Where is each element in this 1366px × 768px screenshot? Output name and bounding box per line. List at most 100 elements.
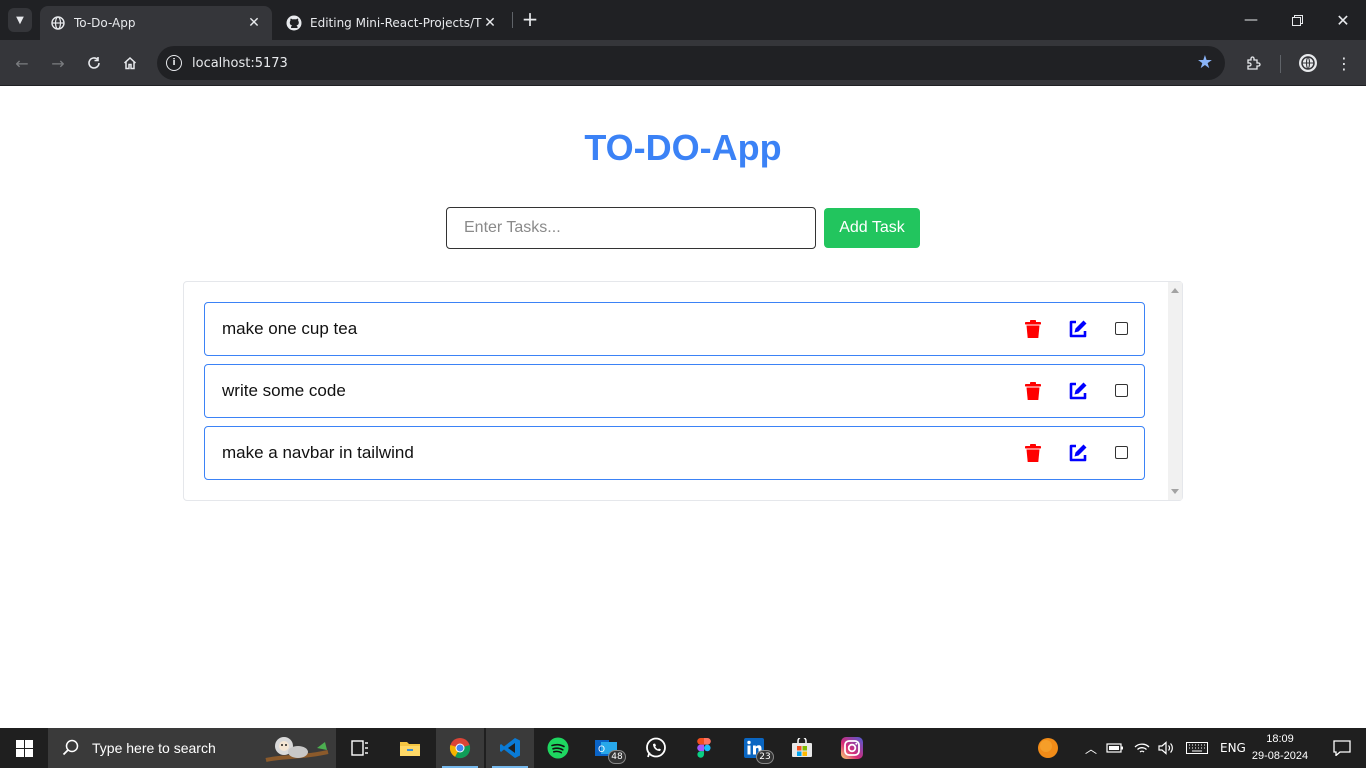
system-tray: ︿ ENG [1082,728,1246,768]
edit-icon[interactable] [1068,319,1088,339]
arrow-left-icon: ← [15,53,29,73]
task-list: make one cup tea write some code make a … [183,281,1183,501]
browser-tab-strip: ▼ To-Do-App ✕ Editing Mini-React-Project… [0,0,1366,40]
forward-button[interactable]: → [46,51,70,75]
page-content: TO-DO-App Add Task make one cup tea writ… [0,87,1366,728]
taskbar-microsoft-store[interactable] [778,728,826,768]
task-complete-checkbox[interactable] [1115,384,1128,397]
wifi-icon[interactable] [1134,742,1150,754]
edit-icon[interactable] [1068,381,1088,401]
windows-logo-icon [15,739,33,757]
task-text: make a navbar in tailwind [222,443,414,462]
taskbar-linkedin[interactable]: 23 [730,728,778,768]
trash-icon[interactable] [1024,319,1042,339]
keyboard-icon[interactable] [1186,742,1208,754]
task-item: make one cup tea [204,302,1145,356]
new-tab-button[interactable]: + [520,9,540,30]
puzzle-icon [1247,56,1261,70]
edit-icon[interactable] [1068,443,1088,463]
page-title: TO-DO-App [584,127,782,168]
arrow-right-icon: → [51,53,65,73]
home-icon [123,56,137,70]
site-info-icon[interactable]: i [166,55,182,71]
restore-button[interactable] [1274,0,1320,40]
notification-badge: 23 [756,750,774,764]
tab-todo-app[interactable]: To-Do-App ✕ [40,6,272,40]
minimize-button[interactable]: — [1228,0,1274,40]
task-text: make one cup tea [222,319,358,338]
tab-divider [512,12,513,28]
battery-icon[interactable] [1106,742,1124,754]
close-icon[interactable]: ✕ [246,15,262,31]
whatsapp-icon [646,737,666,758]
reload-icon [88,57,100,69]
sun-weather-icon [1038,738,1058,758]
search-highlight-illustration [265,737,329,762]
close-icon[interactable]: ✕ [482,15,498,31]
vscode-icon [500,738,520,758]
address-bar[interactable]: i localhost:5173 ★ [157,46,1225,80]
task-complete-checkbox[interactable] [1115,322,1128,335]
home-button[interactable] [118,51,142,75]
task-input[interactable] [446,207,816,249]
trash-icon[interactable] [1024,381,1042,401]
chevron-down-icon: ▼ [16,14,24,26]
taskbar-clock[interactable]: 18:09 29-08-2024 [1244,731,1316,765]
task-view-button[interactable] [336,728,384,768]
reload-button[interactable] [82,51,106,75]
taskbar-search[interactable]: Type here to search [48,728,336,768]
task-item: write some code [204,364,1145,418]
chevron-up-icon[interactable]: ︿ [1082,740,1100,757]
chrome-icon [449,738,471,759]
profile-button[interactable] [1296,51,1320,75]
taskbar-whatsapp[interactable] [632,728,680,768]
start-button[interactable] [0,728,48,768]
instagram-icon [841,737,863,759]
taskbar-spotify[interactable] [534,728,582,768]
search-placeholder: Type here to search [92,740,216,756]
url-text: localhost:5173 [192,55,288,71]
close-icon: ✕ [1336,10,1350,30]
taskbar-file-explorer[interactable] [386,728,434,768]
svg-text:O: O [598,745,605,755]
bookmark-star-icon[interactable]: ★ [1197,52,1213,73]
back-button[interactable]: ← [10,51,34,75]
task-text: write some code [222,381,346,400]
task-complete-checkbox[interactable] [1115,446,1128,459]
close-window-button[interactable]: ✕ [1320,0,1366,40]
tab-title: Editing Mini-React-Projects/TO [310,16,482,30]
taskbar-figma[interactable] [680,728,728,768]
store-icon [792,738,812,757]
notification-badge: 48 [608,750,626,764]
scroll-up-icon[interactable] [1171,288,1179,293]
scroll-down-icon[interactable] [1171,489,1179,494]
language-indicator[interactable]: ENG [1220,741,1246,755]
spotify-icon [547,737,569,759]
extensions-button[interactable] [1242,51,1266,75]
browser-toolbar: ← → i localhost:5173 ★ ⋮ [0,40,1366,86]
minimize-icon: — [1244,12,1258,28]
notification-icon [1333,740,1351,756]
menu-button[interactable]: ⋮ [1332,51,1356,75]
scrollbar[interactable] [1168,282,1182,500]
taskbar-vscode[interactable] [486,728,534,768]
avatar [1299,54,1317,72]
kebab-menu-icon: ⋮ [1336,53,1352,73]
taskbar-instagram[interactable] [828,728,876,768]
search-icon [62,739,79,756]
windows-taskbar: Type here to search O 48 23 ︿ ENG 18:09 … [0,728,1366,768]
globe-icon [50,15,66,31]
toolbar-divider [1280,55,1281,73]
trash-icon[interactable] [1024,443,1042,463]
taskbar-weather[interactable] [1024,728,1072,768]
tab-search-button[interactable]: ▼ [8,8,32,32]
task-item: make a navbar in tailwind [204,426,1145,480]
github-icon [286,15,302,31]
folder-icon [400,742,420,756]
taskbar-chrome[interactable] [436,728,484,768]
notification-center-button[interactable] [1318,728,1366,768]
taskbar-outlook[interactable]: O 48 [582,728,630,768]
add-task-button[interactable]: Add Task [824,208,920,248]
speaker-icon[interactable] [1158,741,1174,755]
tab-github-editing[interactable]: Editing Mini-React-Projects/TO ✕ [276,6,508,40]
